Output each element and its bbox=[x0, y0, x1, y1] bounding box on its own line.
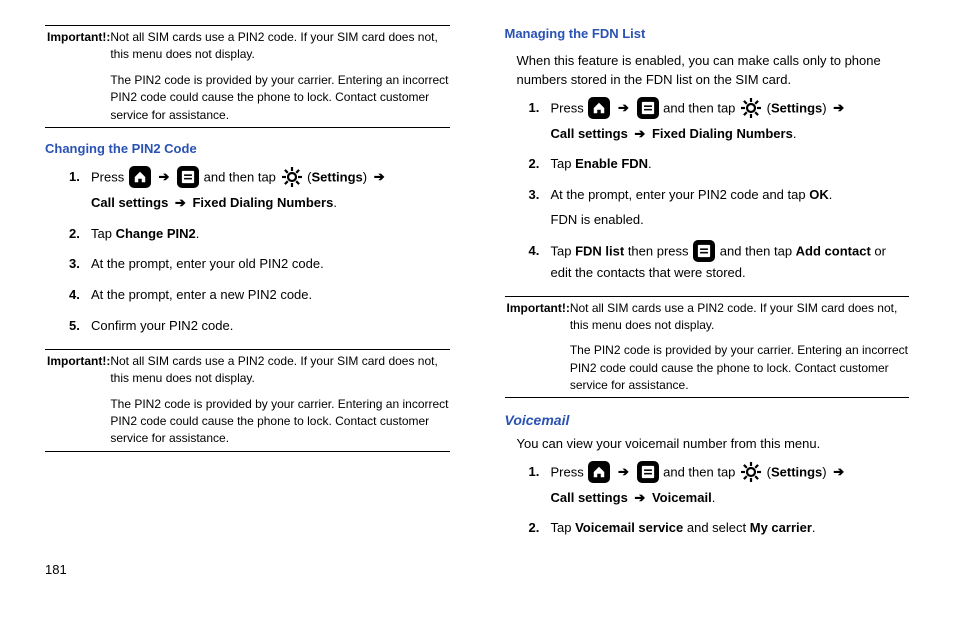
step: Tap Voicemail service and select My carr… bbox=[529, 518, 910, 539]
step: At the prompt, enter a new PIN2 code. bbox=[69, 285, 450, 306]
step: Press ➔ and then tap (Settings) ➔ Call s… bbox=[529, 462, 910, 509]
important-text: Not all SIM cards use a PIN2 code. If yo… bbox=[110, 353, 449, 388]
important-text: The PIN2 code is provided by your carrie… bbox=[110, 396, 449, 448]
menu-icon bbox=[637, 461, 659, 483]
step: Tap Change PIN2. bbox=[69, 224, 450, 245]
arrow-icon: ➔ bbox=[618, 464, 629, 479]
important-note-1: Important!: Not all SIM cards use a PIN2… bbox=[45, 25, 450, 128]
arrow-icon: ➔ bbox=[634, 490, 645, 505]
arrow-icon: ➔ bbox=[618, 100, 629, 115]
menu-icon bbox=[693, 240, 715, 262]
gear-icon bbox=[740, 97, 762, 119]
steps-changing-pin2: Press ➔ and then tap (Settings) ➔ Call s… bbox=[69, 167, 450, 337]
gear-icon bbox=[281, 166, 303, 188]
steps-voicemail: Press ➔ and then tap (Settings) ➔ Call s… bbox=[529, 462, 910, 540]
important-text: Not all SIM cards use a PIN2 code. If yo… bbox=[110, 29, 449, 64]
home-icon bbox=[588, 461, 610, 483]
arrow-icon: ➔ bbox=[158, 169, 169, 184]
page-number: 181 bbox=[45, 561, 909, 580]
left-column: Important!: Not all SIM cards use a PIN2… bbox=[45, 25, 450, 551]
important-note-3: Important!: Not all SIM cards use a PIN2… bbox=[505, 296, 910, 399]
step: Confirm your PIN2 code. bbox=[69, 316, 450, 337]
important-label: Important!: bbox=[505, 300, 570, 395]
important-text: Not all SIM cards use a PIN2 code. If yo… bbox=[570, 300, 909, 335]
intro-text: You can view your voicemail number from … bbox=[517, 435, 910, 454]
important-note-2: Important!: Not all SIM cards use a PIN2… bbox=[45, 349, 450, 452]
step: Press ➔ and then tap (Settings) ➔ Call s… bbox=[529, 98, 910, 145]
important-label: Important!: bbox=[45, 353, 110, 448]
step: Tap FDN list then press and then tap Add… bbox=[529, 241, 910, 284]
step: Tap Enable FDN. bbox=[529, 154, 910, 175]
heading-changing-pin2: Changing the PIN2 Code bbox=[45, 140, 450, 159]
gear-icon bbox=[740, 461, 762, 483]
important-text: The PIN2 code is provided by your carrie… bbox=[110, 72, 449, 124]
arrow-icon: ➔ bbox=[833, 100, 844, 115]
step: At the prompt, enter your old PIN2 code. bbox=[69, 254, 450, 275]
important-label: Important!: bbox=[45, 29, 110, 124]
arrow-icon: ➔ bbox=[374, 169, 385, 184]
steps-managing-fdn: Press ➔ and then tap (Settings) ➔ Call s… bbox=[529, 98, 910, 284]
heading-managing-fdn: Managing the FDN List bbox=[505, 25, 910, 44]
menu-icon bbox=[177, 166, 199, 188]
step: At the prompt, enter your PIN2 code and … bbox=[529, 185, 910, 231]
arrow-icon: ➔ bbox=[175, 195, 186, 210]
heading-voicemail: Voicemail bbox=[505, 410, 910, 430]
important-text: The PIN2 code is provided by your carrie… bbox=[570, 342, 909, 394]
menu-icon bbox=[637, 97, 659, 119]
step: Press ➔ and then tap (Settings) ➔ Call s… bbox=[69, 167, 450, 214]
intro-text: When this feature is enabled, you can ma… bbox=[517, 52, 910, 90]
arrow-icon: ➔ bbox=[833, 464, 844, 479]
right-column: Managing the FDN List When this feature … bbox=[505, 25, 910, 551]
home-icon bbox=[588, 97, 610, 119]
home-icon bbox=[129, 166, 151, 188]
arrow-icon: ➔ bbox=[634, 126, 645, 141]
